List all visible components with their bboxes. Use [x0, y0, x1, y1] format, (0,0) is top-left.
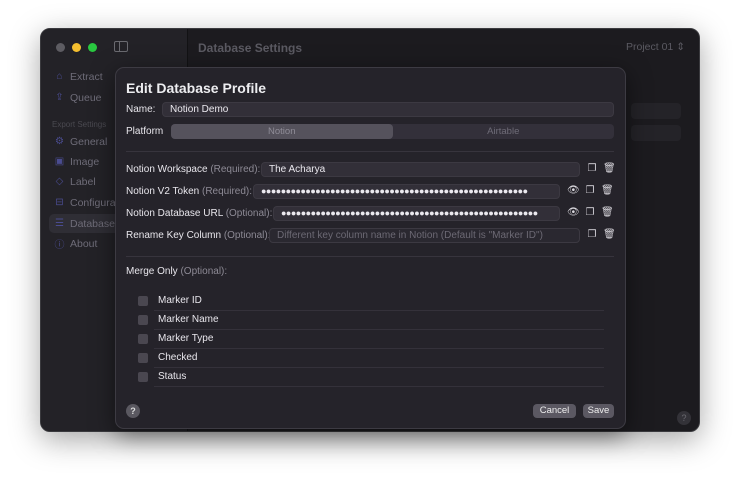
workspace-actions: ❐ 🗑 — [586, 163, 616, 174]
sidebar-section-header: Export Settings — [52, 120, 107, 129]
window-controls — [56, 43, 97, 52]
row-separator — [154, 367, 604, 368]
merge-only-label: Merge Only (Optional): — [126, 266, 227, 277]
checkbox-label: Marker Name — [158, 314, 219, 325]
copy-icon[interactable]: ❐ — [586, 229, 598, 240]
trash-icon[interactable]: 🗑 — [601, 185, 614, 196]
copy-icon[interactable]: ❐ — [586, 163, 598, 174]
platform-option-airtable[interactable]: Airtable — [393, 124, 615, 139]
close-button[interactable] — [56, 43, 65, 52]
platform-segmented-control: Notion Airtable — [171, 124, 614, 139]
dialog-title: Edit Database Profile — [126, 80, 267, 96]
help-button[interactable]: ? — [677, 411, 691, 425]
sidebar-toggle-icon[interactable] — [114, 41, 128, 52]
platform-option-notion[interactable]: Notion — [171, 124, 393, 139]
label-hint: (Optional): — [225, 208, 273, 219]
checkbox-label: Marker Type — [158, 333, 214, 344]
sidebar-item-label: General — [70, 135, 108, 148]
checkbox-status[interactable] — [138, 372, 148, 382]
project-name: Project 01 — [625, 41, 674, 53]
label-hint: (Required): — [201, 186, 253, 197]
photo-icon: ▣ — [54, 156, 65, 167]
sidebar-item-label: Image — [70, 155, 100, 168]
workspace-label: Notion Workspace (Required): — [126, 164, 260, 175]
divider — [126, 151, 614, 152]
token-field[interactable]: ●●●●●●●●●●●●●●●●●●●●●●●●●●●●●●●●●●●●●●●●… — [253, 184, 560, 199]
label-hint: (Optional): — [223, 230, 271, 241]
name-field[interactable]: Notion Demo — [162, 102, 614, 117]
trash-icon[interactable]: 🗑 — [601, 207, 614, 218]
label-text: Merge Only — [126, 266, 178, 277]
url-actions: 👁 ❐ 🗑 — [567, 207, 614, 218]
url-label: Notion Database URL (Optional): — [126, 208, 272, 219]
platform-label: Platform — [126, 126, 164, 137]
zoom-button[interactable] — [88, 43, 97, 52]
label-text: Notion Database URL — [126, 208, 223, 219]
row-separator — [154, 329, 604, 330]
cancel-button[interactable]: Cancel — [533, 404, 576, 418]
info-icon: ⓘ — [54, 240, 65, 251]
token-label: Notion V2 Token (Required): — [126, 186, 252, 197]
sidebar-item-label: Databases — [70, 217, 121, 230]
table-icon: ☰ — [55, 218, 64, 229]
row-separator — [154, 348, 604, 349]
help-button[interactable]: ? — [126, 404, 140, 418]
sidebar-item-label: Label — [70, 175, 96, 188]
copy-icon[interactable]: ❐ — [584, 185, 596, 196]
row-separator — [154, 386, 604, 387]
copy-icon[interactable]: ❐ — [584, 207, 596, 218]
sidebar-item-label: Extract — [70, 70, 103, 83]
house-icon: ⌂ — [56, 71, 63, 82]
label-text: Rename Key Column — [126, 230, 222, 241]
rename-label: Rename Key Column (Optional): — [126, 230, 271, 241]
name-label: Name: — [126, 104, 156, 115]
checkbox-label: Marker ID — [158, 295, 202, 306]
tag-icon: ◇ — [55, 176, 64, 187]
tray-upload-icon: ⇪ — [55, 92, 64, 103]
project-selector[interactable]: Project 01 ⇕ — [626, 41, 685, 53]
label-text: Notion Workspace — [126, 164, 208, 175]
checkbox-checked[interactable] — [138, 353, 148, 363]
window-title: Database Settings — [198, 41, 303, 55]
background-row — [631, 103, 681, 119]
chevron-up-down-icon: ⇕ — [676, 41, 685, 53]
rename-actions: ❐ 🗑 — [586, 229, 616, 240]
gear-icon: ⚙ — [55, 136, 64, 147]
checkbox-label: Checked — [158, 352, 198, 363]
edit-database-profile-dialog: Edit Database Profile Name: Notion Demo … — [115, 67, 626, 429]
sidebar-item-label: About — [70, 237, 98, 250]
row-separator — [154, 310, 604, 311]
checkbox-marker-name[interactable] — [138, 315, 148, 325]
briefcase-icon: ⊟ — [55, 197, 64, 208]
minimize-button[interactable] — [72, 43, 81, 52]
database-url-field[interactable]: ●●●●●●●●●●●●●●●●●●●●●●●●●●●●●●●●●●●●●●●●… — [273, 206, 560, 221]
divider — [126, 256, 614, 257]
label-hint: (Optional): — [180, 266, 228, 277]
checkbox-marker-type[interactable] — [138, 334, 148, 344]
trash-icon[interactable]: 🗑 — [603, 229, 616, 240]
background-row — [631, 125, 681, 141]
checkbox-marker-id[interactable] — [138, 296, 148, 306]
label-text: Notion V2 Token — [126, 186, 200, 197]
label-hint: (Required): — [210, 164, 261, 175]
token-actions: 👁 ❐ 🗑 — [567, 185, 614, 196]
eye-icon[interactable]: 👁 — [567, 207, 580, 218]
trash-icon[interactable]: 🗑 — [603, 163, 616, 174]
eye-icon[interactable]: 👁 — [567, 185, 580, 196]
sidebar-item-label: Queue — [70, 91, 102, 104]
checkbox-label: Status — [158, 371, 187, 382]
rename-key-column-field[interactable]: Different key column name in Notion (Def… — [269, 228, 580, 243]
workspace-field[interactable]: The Acharya — [261, 162, 580, 177]
save-button[interactable]: Save — [583, 404, 614, 418]
